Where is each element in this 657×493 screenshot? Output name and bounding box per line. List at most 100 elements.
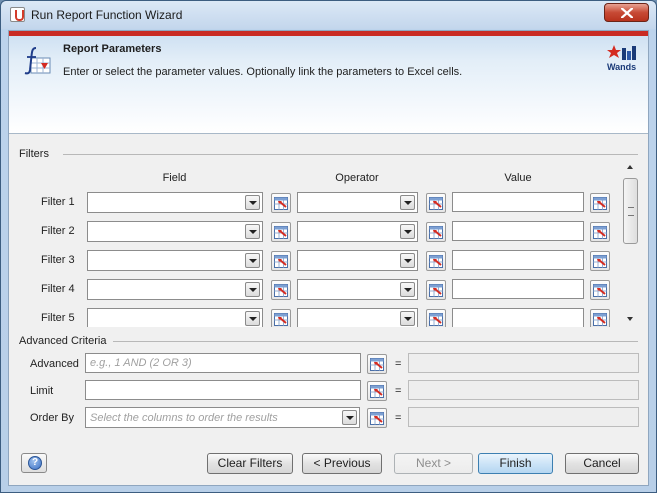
filter-5-operator-combo[interactable] [297,308,418,327]
filter-2-operator-combo[interactable] [297,221,418,242]
excel-cell-link-icon [274,313,288,326]
limit-input[interactable] [85,380,361,400]
filter-4-field-combo[interactable] [87,279,263,300]
clear-filters-button[interactable]: Clear Filters [207,453,293,474]
cancel-button[interactable]: Cancel [565,453,639,474]
excel-cell-link-icon [429,226,443,239]
chevron-down-icon[interactable] [400,195,415,210]
filter-4-field-link-button[interactable] [271,280,291,300]
banner-title: Report Parameters [63,43,162,55]
scroll-up-button[interactable] [622,161,639,175]
excel-cell-link-icon [593,313,607,326]
advanced-placeholder: e.g., 1 AND (2 OR 3) [90,357,192,369]
header-banner: Report Parameters Enter or select the pa… [9,31,648,134]
limit-linked-cell [408,380,639,400]
close-icon [621,8,633,18]
filters-scrollbar[interactable] [622,161,639,326]
wizard-content: Report Parameters Enter or select the pa… [8,30,649,486]
next-button[interactable]: Next > [394,453,473,474]
chevron-down-icon[interactable] [400,311,415,326]
title-bar[interactable]: Run Report Function Wizard [1,1,656,29]
chevron-down-icon[interactable] [245,224,260,239]
filter-2-field-link-button[interactable] [271,222,291,242]
excel-cell-link-icon [593,226,607,239]
order-by-link-button[interactable] [367,408,387,428]
chevron-down-icon[interactable] [400,253,415,268]
order-by-label: Order By [30,412,75,424]
excel-cell-link-icon [429,197,443,210]
close-button[interactable] [604,3,649,22]
filter-4-operator-combo[interactable] [297,279,418,300]
chevron-down-icon[interactable] [245,253,260,268]
excel-cell-link-icon [370,358,384,371]
filter-2-value-input[interactable] [452,221,584,241]
excel-cell-link-icon [429,255,443,268]
value-column-header: Value [504,172,532,184]
advanced-label: Advanced [30,358,79,370]
filter-1-label: Filter 1 [41,196,75,208]
chevron-down-icon[interactable] [245,195,260,210]
filter-1-value-input[interactable] [452,192,584,212]
limit-link-button[interactable] [367,381,387,401]
filter-5-operator-link-button[interactable] [426,309,446,327]
function-icon [24,47,51,75]
filter-3-field-combo[interactable] [87,250,263,271]
scroll-down-button[interactable] [622,312,639,326]
excel-cell-link-icon [274,226,288,239]
chevron-down-icon[interactable] [245,311,260,326]
help-button[interactable]: ? [21,453,47,473]
excel-cell-link-icon [274,197,288,210]
filter-4-label: Filter 4 [41,283,75,295]
filter-2-operator-link-button[interactable] [426,222,446,242]
filters-divider [63,154,638,155]
filter-3-value-link-button[interactable] [590,251,610,271]
filter-4-value-input[interactable] [452,279,584,299]
filter-5-field-link-button[interactable] [271,309,291,327]
filter-3-operator-combo[interactable] [297,250,418,271]
advanced-link-button[interactable] [367,354,387,374]
filter-5-clip: Filter 5 [9,303,619,327]
java-cup-icon [10,7,25,22]
filter-3-operator-link-button[interactable] [426,251,446,271]
filter-5-label: Filter 5 [41,312,75,324]
order-by-linked-cell [408,407,639,427]
chevron-down-icon[interactable] [400,224,415,239]
filter-2-value-link-button[interactable] [590,222,610,242]
excel-cell-link-icon [593,284,607,297]
filter-4-operator-link-button[interactable] [426,280,446,300]
filter-5-field-combo[interactable] [87,308,263,327]
limit-label: Limit [30,385,54,397]
filter-1-operator-combo[interactable] [297,192,418,213]
chevron-down-icon[interactable] [400,282,415,297]
excel-cell-link-icon [274,255,288,268]
finish-button[interactable]: Finish [478,453,553,474]
filter-1-value-link-button[interactable] [590,193,610,213]
chevron-down-icon[interactable] [245,282,260,297]
filter-1-field-combo[interactable] [87,192,263,213]
filter-5-value-input[interactable] [452,308,584,327]
wands-logo-text: Wands [607,62,637,72]
order-by-placeholder: Select the columns to order the results [90,412,278,424]
previous-button[interactable]: < Previous [302,453,382,474]
excel-cell-link-icon [370,385,384,398]
scroll-thumb[interactable] [623,178,638,244]
excel-cell-link-icon [429,313,443,326]
filter-5-value-link-button[interactable] [590,309,610,327]
advanced-input[interactable]: e.g., 1 AND (2 OR 3) [85,353,361,373]
filters-section-label: Filters [19,148,49,160]
advanced-criteria-section-label: Advanced Criteria [19,335,107,347]
chevron-down-icon[interactable] [342,410,357,425]
order-by-equals: = [395,412,402,424]
field-column-header: Field [162,172,187,184]
excel-cell-link-icon [593,255,607,268]
filter-3-field-link-button[interactable] [271,251,291,271]
filter-1-operator-link-button[interactable] [426,193,446,213]
filter-1-field-link-button[interactable] [271,193,291,213]
filter-2-field-combo[interactable] [87,221,263,242]
filter-3-value-input[interactable] [452,250,584,270]
window-title: Run Report Function Wizard [31,8,183,22]
order-by-combo[interactable]: Select the columns to order the results [85,407,360,428]
limit-equals: = [395,385,402,397]
filter-4-value-link-button[interactable] [590,280,610,300]
advanced-criteria-divider [113,341,638,342]
